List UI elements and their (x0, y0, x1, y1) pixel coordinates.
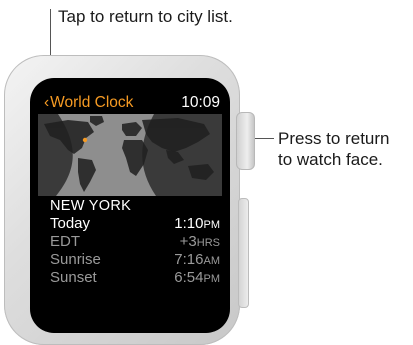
offset-hours: +3 (179, 233, 197, 250)
side-button[interactable] (238, 198, 249, 308)
crown-callout-line2: to watch face. (278, 150, 383, 169)
today-row: Today 1:10PM (50, 215, 220, 233)
crown-callout: Press to return to watch face. (278, 128, 390, 170)
chevron-left-icon: ‹ (44, 94, 50, 111)
sunrise-label: Sunrise (50, 251, 101, 268)
crown-callout-line1: Press to return (278, 129, 390, 148)
today-time: 1:10 (174, 215, 204, 232)
watch-screen: ‹World Clock 10:09 NEW YORK Today 1:10PM… (30, 78, 230, 333)
today-label: Today (50, 215, 91, 232)
city-list-callout: Tap to return to city list. (58, 7, 233, 26)
digital-crown[interactable] (236, 112, 255, 170)
offset-unit: HRS (196, 237, 220, 249)
app-title: World Clock (50, 94, 134, 111)
today-value: 1:10PM (174, 215, 220, 234)
sunrise-row: Sunrise 7:16AM (50, 251, 220, 269)
back-to-city-list-button[interactable]: ‹World Clock (44, 93, 133, 113)
offset-value: +3HRS (180, 233, 220, 252)
crown-callout-line (252, 138, 274, 139)
world-map-icon (38, 114, 222, 196)
sunset-unit: PM (203, 273, 221, 285)
sunrise-unit: AM (203, 255, 221, 267)
status-time: 10:09 (181, 94, 220, 111)
sunrise-time: 7:16 (174, 251, 204, 268)
sunset-value: 6:54PM (174, 269, 220, 288)
offset-label: EDT (50, 233, 80, 250)
status-bar: ‹World Clock 10:09 (44, 93, 220, 113)
sunset-row: Sunset 6:54PM (50, 269, 220, 287)
offset-row: EDT +3HRS (50, 233, 220, 251)
city-info: NEW YORK Today 1:10PM EDT +3HRS Sunrise … (50, 198, 220, 287)
sunrise-value: 7:16AM (174, 251, 220, 270)
sunset-time: 6:54 (174, 269, 204, 286)
city-name: NEW YORK (50, 198, 132, 214)
sunset-label: Sunset (50, 269, 97, 286)
today-unit: PM (203, 219, 221, 231)
